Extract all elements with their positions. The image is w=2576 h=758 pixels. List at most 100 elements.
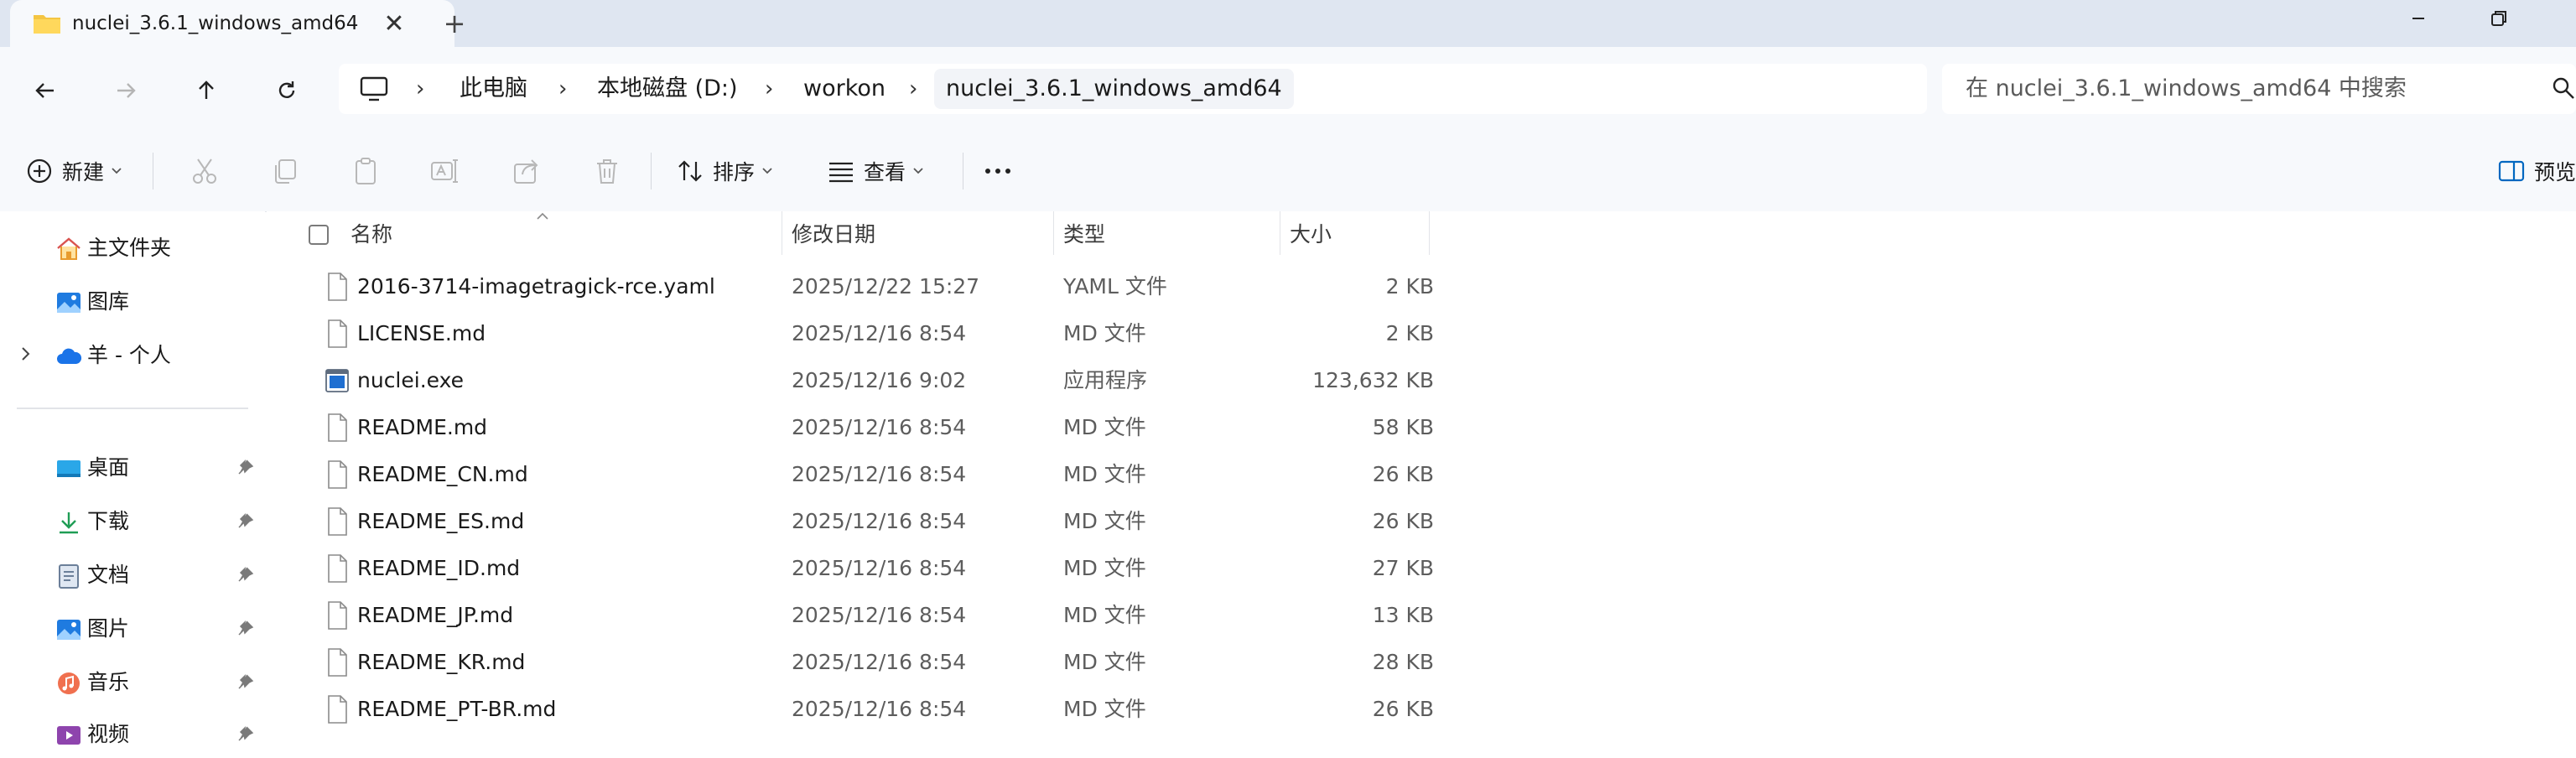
view-button-label: 查看 [864, 160, 906, 184]
file-type: MD 文件 [1063, 415, 1146, 439]
file-icon [328, 460, 347, 489]
chevron-right-icon[interactable] [18, 344, 34, 364]
column-header-name[interactable]: 名称 [351, 221, 392, 248]
restore-button[interactable] [2459, 0, 2539, 37]
pin-icon[interactable] [235, 724, 255, 745]
view-button[interactable]: 查看 [827, 149, 924, 193]
column-header-size[interactable]: 大小 [1290, 221, 1332, 248]
sidebar-item-downloads[interactable]: 下载 [0, 498, 265, 545]
clipboard-icon [356, 158, 376, 184]
file-name: README_PT-BR.md [357, 697, 557, 721]
file-date: 2025/12/16 8:54 [792, 321, 967, 345]
new-tab-button[interactable]: + [438, 8, 471, 39]
sidebar-item-onedrive[interactable]: 羊 - 个人 [0, 332, 265, 379]
table-row[interactable]: README_PT-BR.md 2025/12/16 8:54 MD 文件 26… [267, 686, 1457, 733]
tab-bar: nuclei_3.6.1_windows_amd64 ✕ + [0, 0, 2576, 47]
table-row[interactable]: 2016-3714-imagetragick-rce.yaml 2025/12/… [267, 263, 1457, 310]
pin-icon[interactable] [235, 458, 255, 478]
sidebar-item-label: 视频 [87, 722, 130, 746]
preview-pane-button[interactable]: 预览 [2497, 149, 2576, 193]
table-row[interactable]: README_JP.md 2025/12/16 8:54 MD 文件 13 KB [267, 592, 1457, 639]
file-name: README_CN.md [357, 462, 528, 486]
column-header-type[interactable]: 类型 [1063, 221, 1105, 248]
file-size: 26 KB [1372, 697, 1434, 721]
breadcrumb-item-workon[interactable]: workon [803, 74, 886, 104]
sidebar-item-videos[interactable]: 视频 [0, 711, 265, 758]
minimize-button[interactable] [2378, 0, 2459, 37]
file-icon [328, 601, 347, 630]
table-row[interactable]: README_KR.md 2025/12/16 8:54 MD 文件 28 KB [267, 639, 1457, 686]
navigation-pane: 主文件夹 图库 羊 - 个人 桌面 下载 文档 图片 音乐 视频 [0, 211, 265, 746]
table-row[interactable]: README_CN.md 2025/12/16 8:54 MD 文件 26 KB [267, 451, 1457, 498]
sidebar-item-desktop[interactable]: 桌面 [0, 444, 265, 491]
tab-active[interactable]: nuclei_3.6.1_windows_amd64 ✕ [10, 0, 454, 47]
sidebar-divider [17, 408, 248, 409]
more-options-button[interactable] [981, 149, 1015, 193]
table-row[interactable]: README_ID.md 2025/12/16 8:54 MD 文件 27 KB [267, 545, 1457, 592]
delete-button[interactable] [592, 149, 622, 193]
sort-ascending-icon [537, 212, 548, 220]
table-row[interactable]: nuclei.exe 2025/12/16 9:02 应用程序 123,632 … [267, 357, 1457, 404]
chevron-down-icon [112, 168, 122, 174]
breadcrumb-separator: › [416, 76, 425, 101]
file-type: MD 文件 [1063, 650, 1146, 674]
table-row[interactable]: README_ES.md 2025/12/16 8:54 MD 文件 26 KB [267, 498, 1457, 545]
file-size: 26 KB [1372, 509, 1434, 533]
more-icon [985, 169, 1010, 174]
sidebar-item-music[interactable]: 音乐 [0, 659, 265, 706]
trash-icon [597, 159, 617, 184]
file-date: 2025/12/16 8:54 [792, 415, 967, 439]
sidebar-item-documents[interactable]: 文档 [0, 552, 265, 599]
file-name: README_ID.md [357, 556, 521, 580]
breadcrumb-item-this-pc[interactable]: 此电脑 [460, 74, 527, 104]
pin-icon[interactable] [235, 619, 255, 639]
breadcrumb-separator: › [765, 76, 774, 101]
music-icon [58, 672, 80, 694]
chevron-down-icon [762, 168, 772, 174]
tab-close-button[interactable]: ✕ [379, 8, 409, 39]
file-type: MD 文件 [1063, 556, 1146, 580]
file-size: 58 KB [1372, 415, 1434, 439]
sidebar-item-home[interactable]: 主文件夹 [0, 225, 265, 272]
breadcrumb-item-current[interactable]: nuclei_3.6.1_windows_amd64 [934, 69, 1294, 109]
cut-button[interactable] [190, 149, 220, 193]
sidebar-item-label: 羊 - 个人 [87, 343, 171, 367]
new-button[interactable]: 新建 [25, 149, 122, 193]
file-size: 2 KB [1385, 321, 1434, 345]
sort-icon [678, 160, 702, 182]
copy-button[interactable] [270, 149, 300, 193]
file-date: 2025/12/22 15:27 [792, 274, 980, 299]
sort-button[interactable]: 排序 [676, 149, 773, 193]
back-button[interactable] [22, 67, 69, 114]
pin-icon[interactable] [235, 565, 255, 585]
breadcrumb-item-drive-d[interactable]: 本地磁盘 (D:) [597, 74, 738, 104]
column-header-date[interactable]: 修改日期 [792, 221, 875, 248]
table-row[interactable]: LICENSE.md 2025/12/16 8:54 MD 文件 2 KB [267, 310, 1457, 357]
file-date: 2025/12/16 8:54 [792, 650, 967, 674]
breadcrumb-separator: › [909, 76, 918, 101]
sidebar-item-label: 桌面 [87, 455, 130, 480]
search-input[interactable]: 在 nuclei_3.6.1_windows_amd64 中搜索 [1942, 64, 2576, 114]
share-button[interactable] [512, 149, 542, 193]
file-type: MD 文件 [1063, 321, 1146, 345]
column-divider[interactable] [1053, 211, 1054, 255]
preview-label: 预览 [2534, 160, 2576, 184]
rename-button[interactable] [429, 149, 460, 193]
forward-button[interactable] [102, 67, 149, 114]
breadcrumb[interactable]: › 此电脑 › 本地磁盘 (D:) › workon › nuclei_3.6.… [339, 64, 1927, 114]
refresh-button[interactable] [263, 67, 310, 114]
file-size: 2 KB [1385, 274, 1434, 299]
select-all-checkbox[interactable] [309, 225, 329, 245]
sidebar-item-pictures[interactable]: 图片 [0, 605, 265, 652]
videos-icon [57, 726, 80, 745]
file-date: 2025/12/16 8:54 [792, 509, 967, 533]
restore-icon [2491, 11, 2506, 26]
search-icon[interactable] [2551, 75, 2576, 102]
sidebar-item-gallery[interactable]: 图库 [0, 278, 265, 325]
column-divider[interactable] [1429, 211, 1430, 255]
table-row[interactable]: README.md 2025/12/16 8:54 MD 文件 58 KB [267, 404, 1457, 451]
up-button[interactable] [183, 67, 230, 114]
paste-button[interactable] [351, 149, 381, 193]
pin-icon[interactable] [235, 672, 255, 693]
pin-icon[interactable] [235, 511, 255, 532]
